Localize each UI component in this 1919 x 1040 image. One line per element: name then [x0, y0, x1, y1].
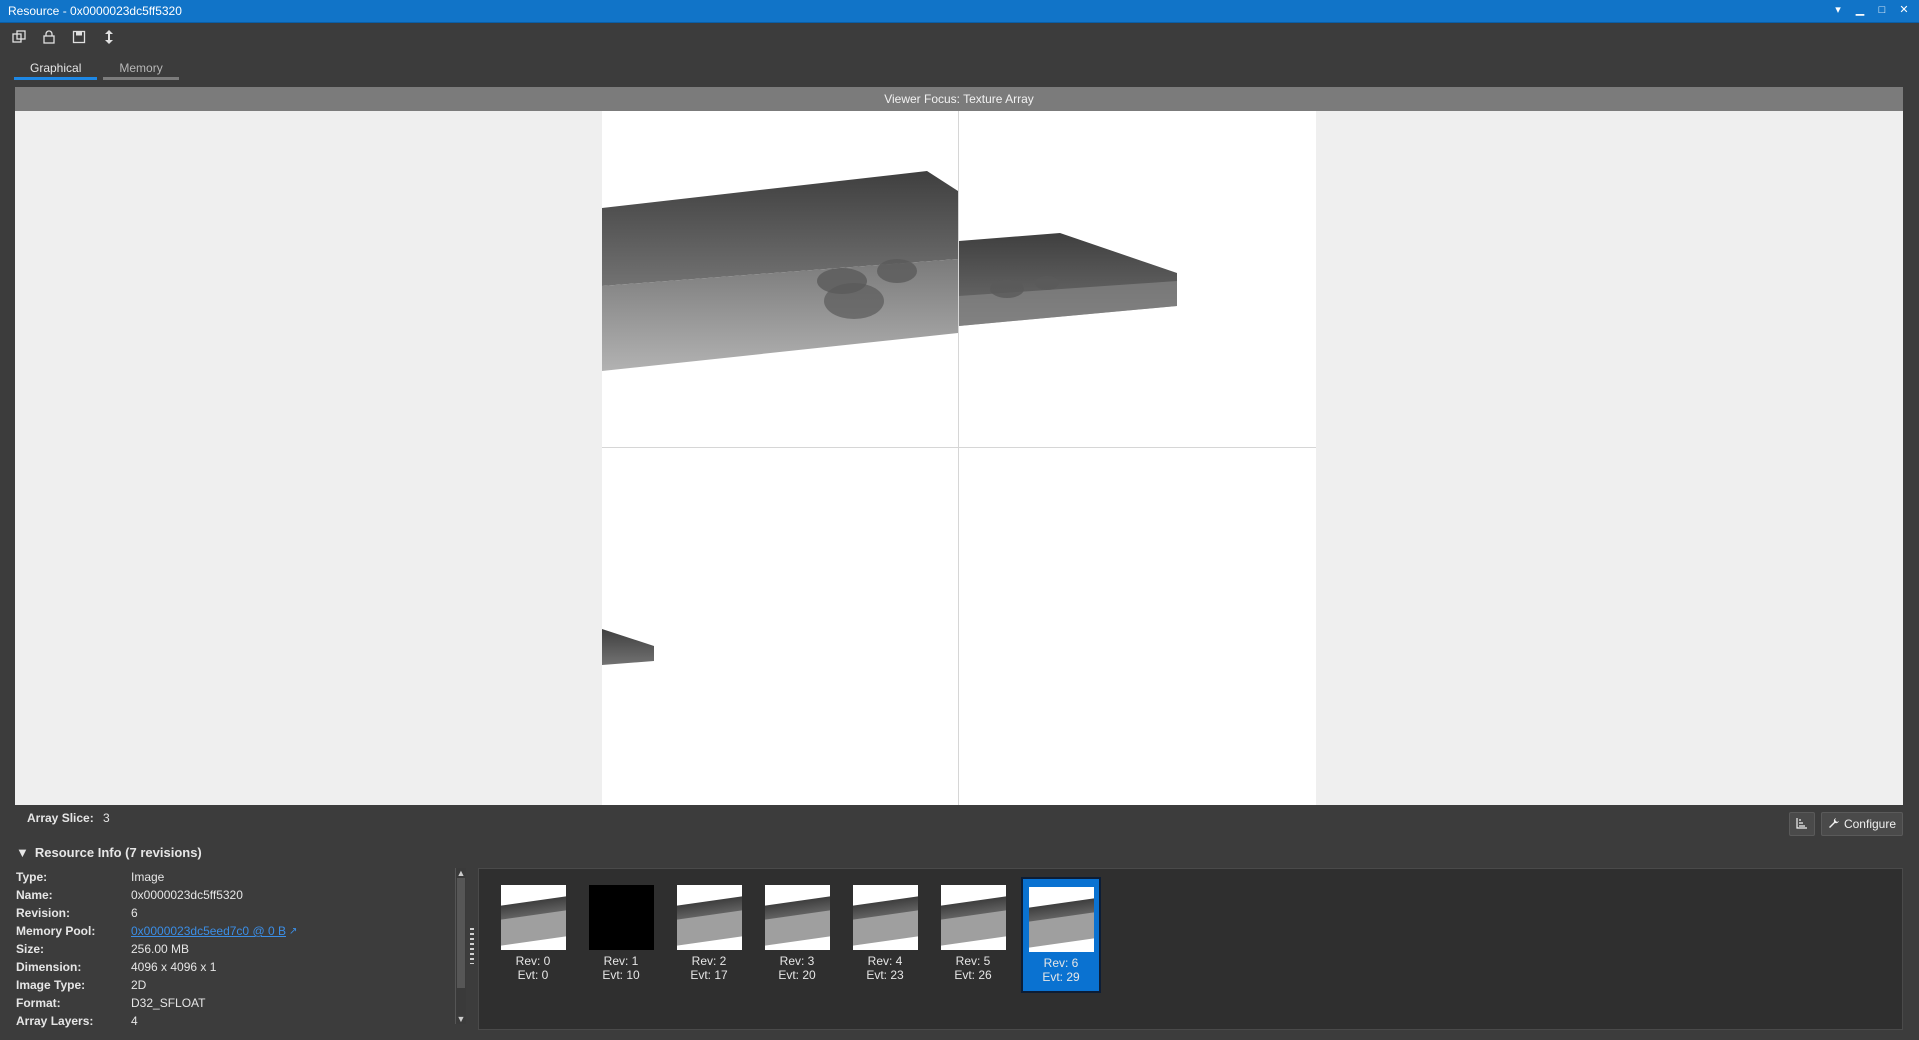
revision-number: Rev: 6: [1043, 956, 1079, 970]
histogram-button[interactable]: [1788, 812, 1815, 836]
info-row-memory-pool: Memory Pool: 0x0000023dc5eed7c0 @ 0 B ↗: [16, 924, 298, 938]
resize-vertical-icon[interactable]: [100, 28, 118, 46]
revision-number: Rev: 3: [779, 954, 815, 968]
array-slice-row: Array Slice: 3: [27, 811, 110, 825]
revision-thumbnail: [1028, 887, 1094, 952]
toolbar: [10, 28, 118, 46]
info-row-name: Name: 0x0000023dc5ff5320: [16, 888, 243, 902]
wrench-icon: [1828, 817, 1840, 832]
revision-thumbnail: [940, 885, 1006, 950]
info-row-dimension: Dimension: 4096 x 4096 x 1: [16, 960, 217, 974]
info-row-format: Format: D32_SFLOAT: [16, 996, 206, 1010]
info-scrollbar[interactable]: ▲ ▼: [455, 868, 466, 1024]
collapse-triangle-icon: ▼: [16, 845, 29, 860]
info-row-revision: Revision: 6: [16, 906, 138, 920]
maximize-icon[interactable]: □: [1875, 3, 1889, 17]
panel-splitter-handle[interactable]: [470, 928, 474, 964]
revision-item-6[interactable]: Rev: 6 Evt: 29: [1021, 877, 1101, 993]
tab-graphical[interactable]: Graphical: [14, 58, 98, 80]
array-slice-value[interactable]: 3: [103, 811, 110, 825]
revision-thumbnail: [852, 885, 918, 950]
revision-thumbnail: [588, 885, 654, 950]
revision-event: Evt: 10: [602, 968, 640, 982]
scroll-down-icon[interactable]: ▼: [456, 1014, 466, 1024]
close-icon[interactable]: ✕: [1897, 3, 1911, 17]
scrollbar-thumb[interactable]: [457, 878, 465, 988]
viewer-focus-header: Viewer Focus: Texture Array: [15, 87, 1903, 111]
copy-window-icon[interactable]: [10, 28, 28, 46]
info-row-size: Size: 256.00 MB: [16, 942, 190, 956]
revision-thumbnail: [500, 885, 566, 950]
revision-thumbnail: [676, 885, 742, 950]
texture-array-grid: [602, 111, 1316, 805]
revision-list: Rev: 0 Evt: 0 Rev: 1 Evt: 10 Rev: 2 Evt:…: [478, 868, 1903, 1030]
texture-slices-image: [602, 171, 1177, 665]
texture-viewer[interactable]: [15, 111, 1903, 805]
resource-info-title: Resource Info (7 revisions): [34, 845, 202, 860]
revision-event: Evt: 20: [778, 968, 816, 982]
revision-event: Evt: 23: [866, 968, 904, 982]
configure-button[interactable]: Configure: [1820, 812, 1903, 836]
revision-item-1[interactable]: Rev: 1 Evt: 10: [581, 877, 661, 993]
dropdown-icon[interactable]: ▾: [1831, 3, 1845, 17]
revision-item-2[interactable]: Rev: 2 Evt: 17: [669, 877, 749, 993]
tab-memory[interactable]: Memory: [103, 58, 179, 80]
lock-icon[interactable]: [40, 28, 58, 46]
window-title: Resource - 0x0000023dc5ff5320: [8, 4, 182, 18]
revision-item-5[interactable]: Rev: 5 Evt: 26: [933, 877, 1013, 993]
view-tabs: Graphical Memory: [14, 58, 179, 80]
revision-event: Evt: 26: [954, 968, 992, 982]
minimize-icon[interactable]: ▁: [1853, 3, 1867, 17]
revision-number: Rev: 1: [603, 954, 639, 968]
revision-event: Evt: 0: [517, 968, 549, 982]
save-icon[interactable]: [70, 28, 88, 46]
configure-label: Configure: [1843, 817, 1896, 831]
resource-info-header[interactable]: ▼ Resource Info (7 revisions): [16, 845, 202, 860]
revision-number: Rev: 2: [691, 954, 727, 968]
revision-item-4[interactable]: Rev: 4 Evt: 23: [845, 877, 925, 993]
scroll-up-icon[interactable]: ▲: [456, 868, 466, 878]
histogram-icon: [1796, 817, 1808, 832]
info-row-array-layers: Array Layers: 4: [16, 1014, 138, 1028]
resource-info-panel: Type: Image Name: 0x0000023dc5ff5320 Revis…: [16, 868, 446, 1030]
revision-event: Evt: 17: [690, 968, 728, 982]
revision-number: Rev: 5: [955, 954, 991, 968]
info-row-image-type: Image Type: 2D: [16, 978, 147, 992]
revision-item-0[interactable]: Rev: 0 Evt: 0: [493, 877, 573, 993]
array-slice-label: Array Slice:: [27, 811, 94, 825]
window-title-bar: Resource - 0x0000023dc5ff5320 ▾ ▁ □ ✕: [0, 0, 1919, 23]
viewer-tools: Configure: [1788, 812, 1903, 836]
revision-thumbnail: [764, 885, 830, 950]
revision-event: Evt: 29: [1042, 970, 1080, 984]
memory-pool-link[interactable]: 0x0000023dc5eed7c0 @ 0 B: [131, 924, 286, 938]
revision-number: Rev: 0: [515, 954, 551, 968]
info-row-type: Type: Image: [16, 870, 165, 884]
revision-number: Rev: 4: [867, 954, 903, 968]
revision-item-3[interactable]: Rev: 3 Evt: 20: [757, 877, 837, 993]
external-link-icon[interactable]: ↗: [289, 926, 297, 937]
